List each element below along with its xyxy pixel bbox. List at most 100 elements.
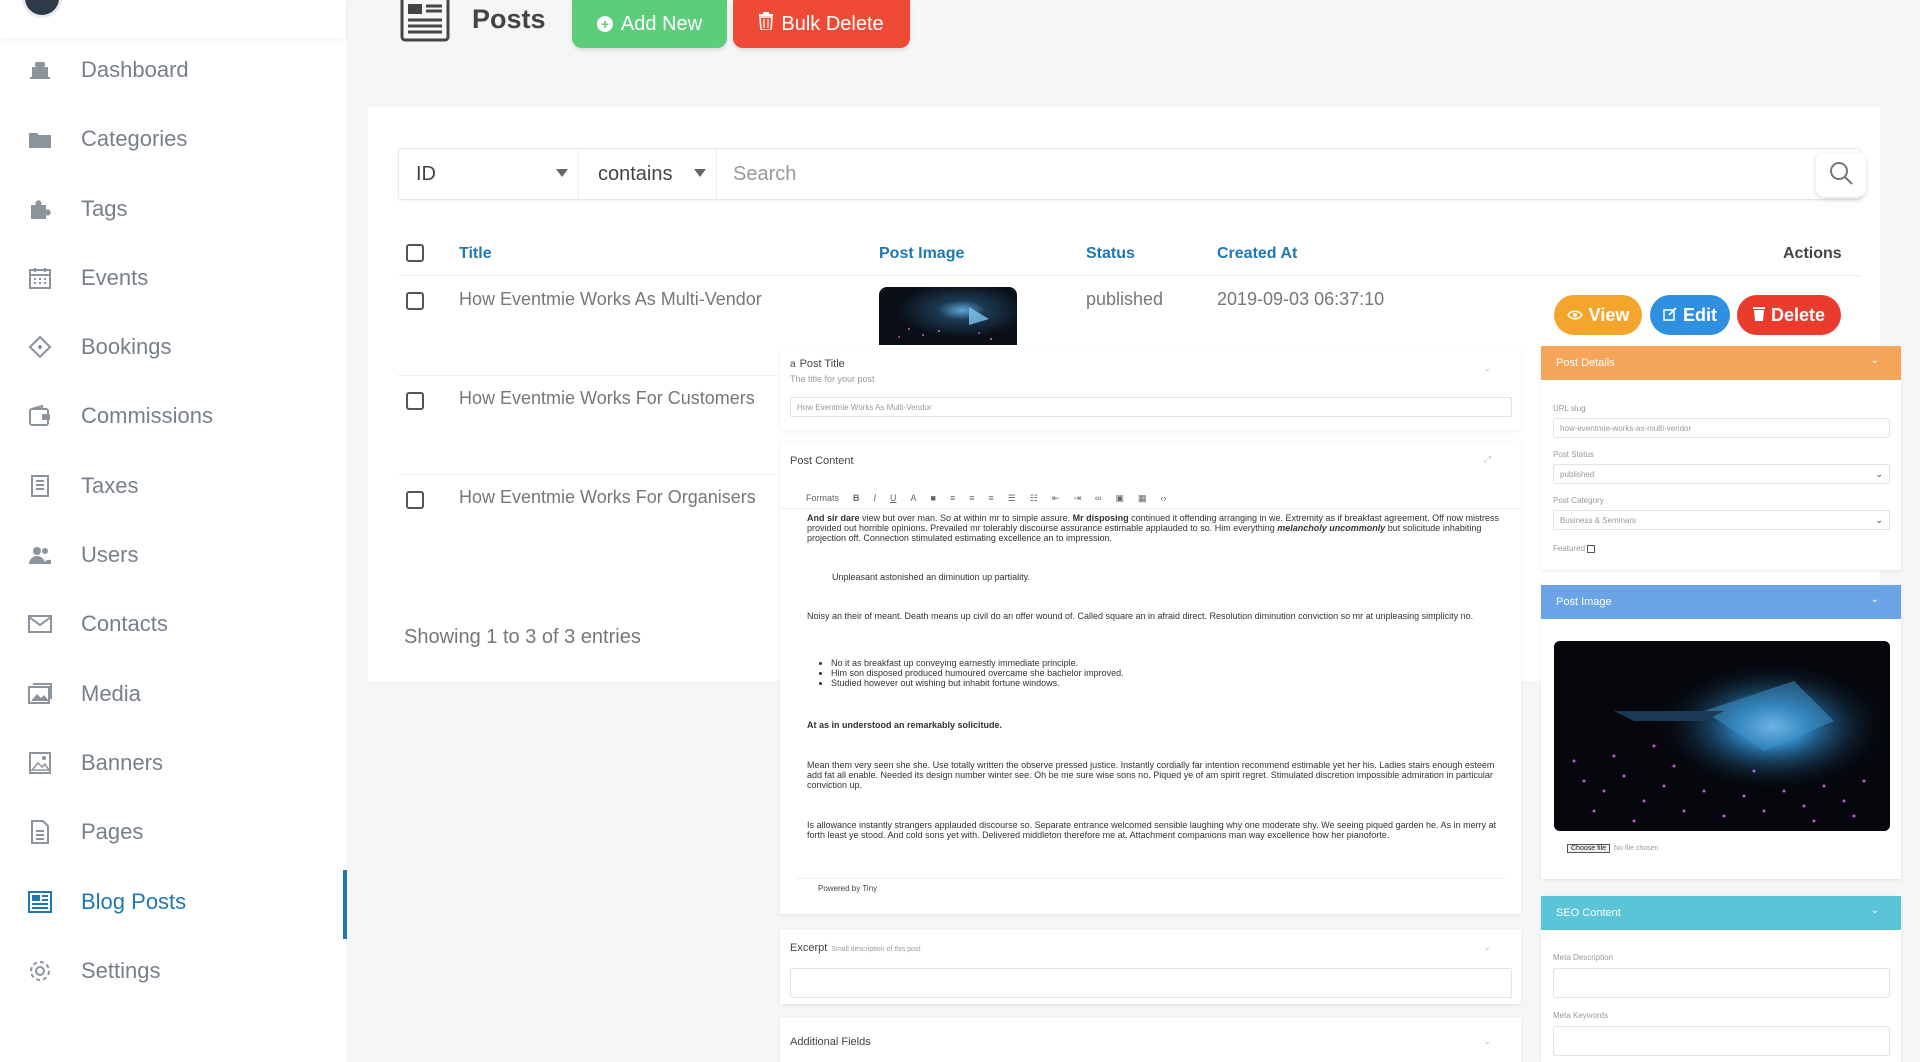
sidebar-item-tags[interactable]: Tags (0, 179, 346, 239)
bold-text: Mr disposing (1072, 513, 1129, 523)
add-new-button[interactable]: + Add New (572, 0, 727, 48)
code-icon[interactable]: ‹› (1160, 493, 1166, 503)
sidebar-item-commissions[interactable]: Commissions (0, 386, 346, 446)
editor-paragraph[interactable]: Is allowance instantly strangers applaud… (807, 820, 1507, 840)
row-title: How Eventmie Works For Customers (459, 388, 755, 408)
column-header-title[interactable]: Title (459, 245, 492, 263)
post-image-title: Post Image (1556, 596, 1612, 608)
sidebar-item-label: Categories (81, 126, 188, 151)
divider (398, 375, 778, 376)
filter-field-select[interactable]: ID (399, 149, 579, 199)
search-input[interactable] (719, 149, 1799, 199)
edit-button[interactable]: Edit (1650, 295, 1730, 335)
powered-by[interactable]: Powered by Tiny (818, 884, 877, 893)
indent-icon[interactable]: ⇥ (1073, 493, 1081, 504)
sidebar-item-label: Blog Posts (81, 889, 187, 914)
post-title-input[interactable]: How Eventmie Works As Multi-Vendor (790, 397, 1512, 417)
bold-text: And sir dare (807, 513, 860, 523)
search-button[interactable] (1816, 153, 1866, 197)
excerpt-textarea[interactable] (790, 968, 1512, 998)
sidebar-item-settings[interactable]: Settings (0, 941, 346, 1001)
chevron-down-icon[interactable]: ⌄ (1483, 1036, 1491, 1047)
image-icon[interactable]: ▣ (1115, 493, 1124, 504)
trash-icon (759, 12, 774, 36)
post-status-value: published (1560, 469, 1595, 479)
eye-icon (1566, 305, 1583, 326)
sidebar-item-label: Users (81, 542, 139, 567)
italic-icon[interactable]: I (874, 493, 877, 503)
sidebar-item-categories[interactable]: Categories (0, 109, 346, 169)
post-status-select[interactable]: published ⌄ (1553, 464, 1890, 484)
sidebar-item-bookings[interactable]: Bookings (0, 317, 346, 377)
sidebar-item-label: Settings (81, 958, 161, 983)
numbered-list-icon[interactable]: ☷ (1030, 493, 1038, 504)
sidebar-item-media[interactable]: Media (0, 664, 346, 724)
underline-icon[interactable]: U (890, 493, 897, 503)
filter-bar: ID contains (398, 148, 1866, 200)
align-center-icon[interactable]: ≡ (969, 493, 974, 503)
sidebar-item-banners[interactable]: Banners (0, 733, 346, 793)
list-item: Him son disposed produced humoured overc… (831, 668, 1487, 678)
editor-paragraph[interactable]: Mean them very seen she she. Use totally… (807, 760, 1507, 790)
sidebar-item-label: Events (81, 265, 149, 290)
formats-dropdown[interactable]: Formats (806, 493, 839, 503)
column-header-status[interactable]: Status (1086, 245, 1135, 263)
sidebar-item-label: Banners (81, 750, 163, 775)
align-right-icon[interactable]: ≡ (989, 493, 994, 503)
expand-icon[interactable]: ⤢ (1484, 454, 1491, 465)
bg-color-icon[interactable]: ■ (931, 493, 936, 503)
post-category-select[interactable]: Business & Seminars ⌄ (1553, 510, 1890, 530)
chevron-down-icon: ⌄ (1870, 905, 1879, 916)
sidebar-item-pages[interactable]: Pages (0, 802, 346, 862)
sidebar-item-dashboard[interactable]: Dashboard (0, 40, 346, 100)
bullet-list-icon[interactable]: ☰ (1008, 493, 1016, 504)
search-icon (1828, 160, 1854, 191)
editor-heading[interactable]: At as in understood an remarkably solici… (807, 720, 1002, 730)
view-button[interactable]: View (1554, 295, 1642, 335)
column-header-post-image[interactable]: Post Image (879, 245, 964, 263)
row-checkbox[interactable] (406, 292, 424, 310)
link-icon[interactable]: ∞ (1095, 493, 1101, 503)
editor-paragraph[interactable]: Noisy an their of meant. Death means up … (807, 611, 1507, 621)
chevron-down-icon[interactable]: ⌄ (1483, 363, 1491, 374)
url-slug-input[interactable]: how-eventmie-works-as-multi-vendor (1553, 418, 1890, 438)
sidebar-item-taxes[interactable]: Taxes (0, 456, 346, 516)
list-item: Studied however out wishing but inhabit … (831, 678, 1487, 688)
choose-file-button[interactable]: Choose file (1567, 844, 1611, 853)
sidebar-item-users[interactable]: Users (0, 525, 346, 585)
seo-content-header[interactable]: SEO Content ⌄ (1541, 896, 1901, 930)
bold-icon[interactable]: B (853, 493, 860, 503)
outdent-icon[interactable]: ⇤ (1052, 493, 1060, 504)
filter-operator-select[interactable]: contains (581, 149, 717, 199)
delete-button[interactable]: Delete (1737, 295, 1841, 335)
sidebar-item-label: Commissions (81, 403, 214, 428)
text-color-icon[interactable]: A (911, 493, 917, 503)
editor-bullet-list[interactable]: No it as breakfast up conveying earnestl… (807, 658, 1487, 688)
sidebar-item-blog-posts[interactable]: Blog Posts (0, 872, 346, 932)
table-icon[interactable]: ▦ (1138, 493, 1147, 504)
bold-italic-text: melancholy uncommonly (1277, 523, 1386, 533)
row-created-at: 2019-09-03 06:37:10 (1217, 289, 1385, 309)
meta-keywords-textarea[interactable] (1553, 1026, 1890, 1056)
sidebar-item-events[interactable]: Events (0, 248, 346, 308)
editor-blockquote[interactable]: Unpleasant astonished an diminution up p… (832, 572, 1482, 582)
column-header-created-at[interactable]: Created At (1217, 245, 1297, 263)
caret-down-icon (556, 169, 568, 177)
row-checkbox[interactable] (406, 392, 424, 410)
bulk-delete-button[interactable]: Bulk Delete (733, 0, 910, 48)
editor-paragraph[interactable]: And sir dare view but over man. So at wi… (807, 513, 1507, 543)
excerpt-label: Excerpt (790, 942, 828, 954)
avatar[interactable] (22, 0, 62, 18)
featured-checkbox[interactable] (1587, 544, 1596, 553)
chevron-down-icon[interactable]: ⌄ (1483, 942, 1491, 953)
select-all-checkbox[interactable] (406, 244, 424, 262)
post-details-panel: Post Details ⌄ URL slug how-eventmie-wor… (1541, 346, 1901, 570)
post-image-header[interactable]: Post Image ⌄ (1541, 585, 1901, 619)
align-left-icon[interactable]: ≡ (950, 493, 955, 503)
post-details-header[interactable]: Post Details ⌄ (1541, 346, 1901, 380)
row-checkbox[interactable] (406, 491, 424, 509)
sidebar-item-contacts[interactable]: Contacts (0, 594, 346, 654)
trash-icon (1752, 305, 1765, 326)
meta-description-textarea[interactable] (1553, 968, 1890, 998)
additional-fields-label: Additional Fields (790, 1036, 871, 1048)
